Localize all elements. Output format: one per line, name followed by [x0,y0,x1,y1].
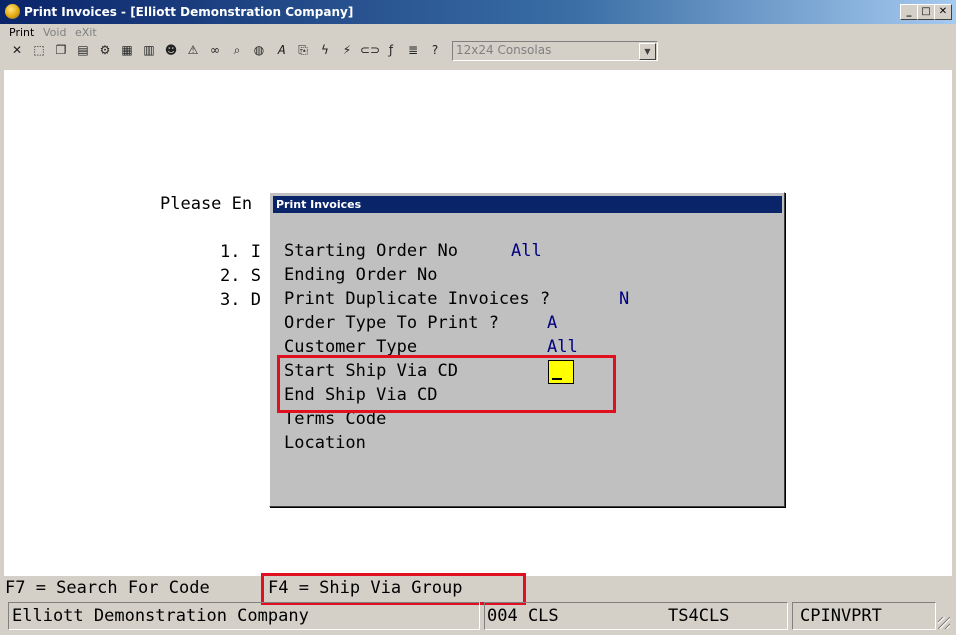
field-label-order-type: Order Type To Print ? [284,313,499,333]
link-icon[interactable]: ⊂⊃ [360,41,380,59]
alert-icon[interactable]: ⚠ [184,41,202,59]
properties-icon[interactable]: ▦ [118,41,136,59]
font-select-value: 12x24 Consolas [456,43,552,57]
field-value-starting-order[interactable]: All [511,241,542,261]
maximize-button[interactable]: □ [917,4,935,20]
settings-icon[interactable]: ⚙ [96,41,114,59]
field-label-location: Location [284,433,366,453]
list-icon[interactable]: ≣ [404,41,422,59]
field-label-starting-order: Starting Order No [284,241,458,261]
status-program: CPINVPRT [800,606,882,626]
font-icon[interactable]: 𝐴 [272,41,290,59]
dialog-title-bar: Print Invoices [273,196,782,213]
notes-icon[interactable]: ▥ [140,41,158,59]
menu-bar: Print Void eXit [0,24,956,40]
dialog-title: Print Invoices [276,198,362,211]
field-value-print-duplicate[interactable]: N [619,289,629,309]
close-icon[interactable]: ✕ [8,41,26,59]
copy-icon[interactable]: ❐ [52,41,70,59]
zoom-icon[interactable]: ⌕ [228,41,246,59]
menu-print[interactable]: Print [9,26,34,39]
background-item: 3. D [220,290,261,310]
field-label-print-duplicate: Print Duplicate Invoices ? [284,289,551,309]
status-company: Elliott Demonstration Company [12,606,309,626]
window-title: Print Invoices - [Elliott Demonstration … [24,5,354,19]
help-icon[interactable]: ? [426,41,444,59]
status-terminal: TS4CLS [668,606,730,626]
status-code: 004 CLS [487,606,559,626]
resize-grip-icon[interactable] [938,617,950,629]
background-item: 2. S [220,266,261,286]
app-icon [5,4,20,19]
paste-icon[interactable]: ▤ [74,41,92,59]
field-value-customer-type[interactable]: All [547,337,578,357]
background-prompt: Please En [160,194,253,214]
binoculars-icon[interactable]: ∞ [206,41,224,59]
minimize-button[interactable]: _ [900,4,918,20]
field-label-ending-order: Ending Order No [284,265,438,285]
menu-void[interactable]: Void [43,26,66,39]
ship-via-highlight-box [277,355,616,413]
title-bar: Print Invoices - [Elliott Demonstration … [0,0,956,24]
f7-search-hint[interactable]: F7 = Search For Code [5,578,210,598]
attach-icon[interactable]: ⎘ [294,41,312,59]
user-icon[interactable]: ☻ [162,41,180,59]
function-icon[interactable]: ƒ [382,41,400,59]
background-item: 1. I [220,242,261,262]
font-select[interactable]: 12x24 Consolas ▼ [452,41,658,61]
menu-exit[interactable]: eXit [75,26,97,39]
chevron-down-icon[interactable]: ▼ [639,43,656,60]
lightning-icon[interactable]: ϟ [316,41,334,59]
field-value-order-type[interactable]: A [547,313,557,333]
select-icon[interactable]: ⬚ [30,41,48,59]
field-label-customer-type: Customer Type [284,337,418,357]
globe-icon[interactable]: ◍ [250,41,268,59]
macro-icon[interactable]: ⚡ [338,41,356,59]
close-button[interactable]: ✕ [934,4,952,20]
